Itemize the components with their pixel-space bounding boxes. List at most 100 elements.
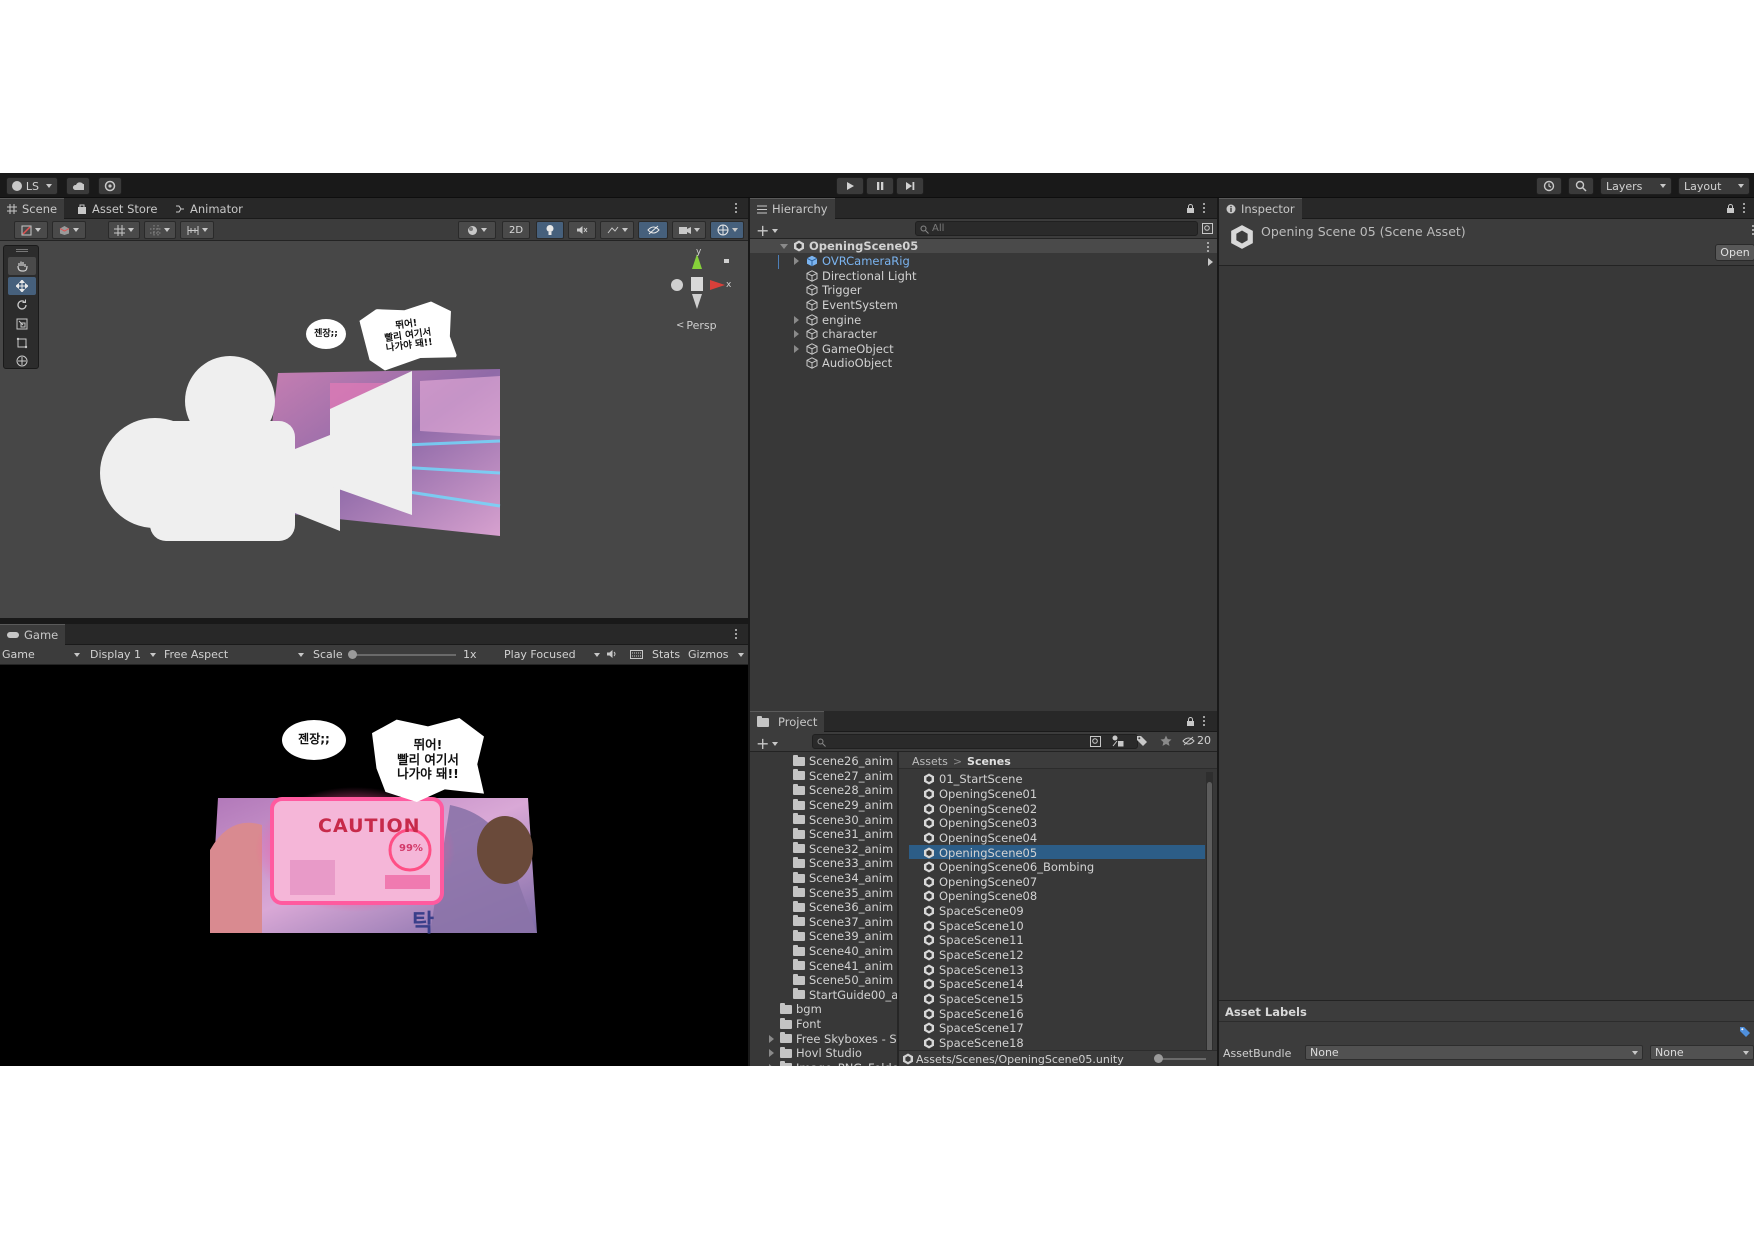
icon-size-handle[interactable] — [1154, 1054, 1163, 1063]
hierarchy-search-filter-icon[interactable] — [1202, 223, 1213, 234]
scene-file-item[interactable]: OpeningScene02 — [923, 801, 1037, 816]
display-dropdown[interactable]: Display 1 — [90, 648, 156, 661]
folder-tree-item[interactable]: Scene41_anim — [782, 958, 893, 973]
folder-tree-item[interactable]: Scene27_anim — [782, 769, 893, 784]
folder-tree-item[interactable]: bgm — [769, 1002, 822, 1017]
scene-file-item[interactable]: OpeningScene08 — [923, 889, 1037, 904]
folder-tree-item[interactable]: Scene35_anim — [782, 885, 893, 900]
search-by-type-icon[interactable] — [1090, 736, 1101, 747]
tab-asset-store[interactable]: Asset Store — [70, 198, 165, 219]
project-add-button[interactable]: + — [756, 734, 779, 753]
history-button[interactable] — [1536, 177, 1562, 195]
folder-tree-item[interactable]: Scene28_anim — [782, 783, 893, 798]
folder-tree-item[interactable]: Scene36_anim — [782, 900, 893, 915]
scene-file-item[interactable]: OpeningScene07 — [923, 875, 1037, 890]
expand-arrow-icon[interactable] — [794, 257, 799, 266]
folder-tree-item[interactable]: Scene34_anim — [782, 871, 893, 886]
collab-button[interactable] — [98, 177, 122, 195]
game-menu-icon[interactable] — [734, 629, 738, 639]
scene-file-item[interactable]: OpeningScene03 — [923, 816, 1037, 831]
render-mode-dropdown[interactable] — [52, 221, 86, 239]
draw-mode-dropdown[interactable] — [14, 221, 48, 239]
expand-arrow-icon[interactable] — [769, 1049, 774, 1058]
audio-toggle[interactable] — [568, 221, 596, 239]
assetbundle-dropdown[interactable]: None — [1305, 1045, 1643, 1060]
hierarchy-item[interactable]: EventSystem — [794, 298, 898, 313]
breadcrumb-scenes[interactable]: Scenes — [967, 755, 1011, 768]
project-menu-icon[interactable] — [1202, 716, 1206, 726]
hierarchy-item[interactable]: OVRCameraRig — [794, 254, 910, 269]
scene-file-item[interactable]: SpaceScene11 — [923, 933, 1024, 948]
play-focused-dropdown[interactable]: Play Focused — [504, 648, 600, 661]
tab-hierarchy[interactable]: Hierarchy — [750, 198, 835, 219]
play-button[interactable] — [836, 177, 864, 195]
scene-file-item[interactable]: SpaceScene14 — [923, 977, 1024, 992]
expand-arrow-icon[interactable] — [780, 243, 788, 249]
icon-size-slider[interactable] — [1156, 1058, 1206, 1060]
hierarchy-menu-icon[interactable] — [1202, 203, 1206, 213]
scene-file-item[interactable]: SpaceScene12 — [923, 948, 1024, 963]
scene-file-item[interactable]: SpaceScene15 — [923, 992, 1024, 1007]
lock-icon[interactable] — [1186, 204, 1195, 214]
folder-tree-item[interactable]: Scene32_anim — [782, 842, 893, 857]
favorite-star-icon[interactable] — [1160, 735, 1172, 747]
prefab-open-chevron-icon[interactable] — [1208, 256, 1213, 269]
filter-by-label-icon[interactable] — [1136, 735, 1148, 747]
hierarchy-add-button[interactable]: + — [756, 221, 779, 240]
scale-slider-handle[interactable] — [348, 650, 357, 659]
folder-tree-item[interactable]: Scene37_anim — [782, 915, 893, 930]
orientation-gizmo[interactable] — [665, 249, 735, 319]
effects-dropdown[interactable] — [600, 221, 634, 239]
aspect-dropdown[interactable]: Free Aspect — [164, 648, 304, 661]
hierarchy-item[interactable]: engine — [794, 312, 861, 327]
scene-file-item[interactable]: OpeningScene04 — [923, 831, 1037, 846]
scale-slider[interactable] — [350, 654, 456, 656]
cloud-button[interactable] — [66, 177, 90, 195]
inspector-lock-icon[interactable] — [1726, 204, 1735, 214]
assetbundle-variant-dropdown[interactable]: None — [1650, 1045, 1754, 1060]
folder-tree-item[interactable]: Scene33_anim — [782, 856, 893, 871]
hierarchy-item[interactable]: GameObject — [794, 342, 894, 357]
tab-animator[interactable]: Animator — [168, 198, 250, 219]
search-button[interactable] — [1568, 177, 1594, 195]
open-button[interactable]: Open — [1715, 244, 1754, 261]
pause-button[interactable] — [866, 177, 894, 195]
expand-arrow-icon[interactable] — [794, 330, 799, 339]
hidden-packages-toggle[interactable]: 20 — [1182, 734, 1211, 747]
scene-file-item[interactable]: OpeningScene05 — [923, 845, 1037, 860]
scene-file-item[interactable]: SpaceScene09 — [923, 904, 1024, 919]
inspector-menu-icon[interactable] — [1742, 203, 1746, 213]
filter-by-type-icon[interactable] — [1112, 735, 1124, 747]
game-gizmos-dropdown[interactable]: Gizmos — [688, 648, 744, 661]
scene-file-item[interactable]: 01_StartScene — [923, 772, 1023, 787]
hierarchy-search-input[interactable]: All — [915, 221, 1198, 236]
tab-scene[interactable]: Scene — [0, 198, 65, 219]
hierarchy-item[interactable]: Trigger — [794, 283, 862, 298]
scene-row-menu-icon[interactable] — [1206, 242, 1210, 252]
folder-tree-item[interactable]: Free Skyboxes - Sp — [769, 1031, 897, 1046]
lighting-toggle[interactable] — [536, 221, 564, 239]
folder-tree-item[interactable]: StartGuide00_an — [782, 988, 897, 1003]
folder-tree-item[interactable]: Scene40_anim — [782, 944, 893, 959]
camera-dropdown[interactable] — [672, 221, 706, 239]
scene-file-item[interactable]: OpeningScene01 — [923, 787, 1037, 802]
folder-tree-item[interactable]: Scene39_anim — [782, 929, 893, 944]
toggle-2d-button[interactable]: 2D — [502, 221, 530, 239]
hierarchy-item[interactable]: AudioObject — [794, 356, 892, 371]
tab-game[interactable]: Game — [0, 624, 66, 645]
layout-dropdown[interactable]: Layout — [1678, 177, 1750, 195]
folder-tree-item[interactable]: Scene29_anim — [782, 798, 893, 813]
scene-file-item[interactable]: SpaceScene17 — [923, 1021, 1024, 1036]
folder-tree-item[interactable]: Scene30_anim — [782, 812, 893, 827]
scene-file-item[interactable]: OpeningScene06_Bombing — [923, 860, 1094, 875]
expand-arrow-icon[interactable] — [769, 1034, 774, 1043]
tab-project[interactable]: Project — [750, 711, 825, 732]
scene-file-item[interactable]: SpaceScene13 — [923, 962, 1024, 977]
scene-file-item[interactable]: SpaceScene16 — [923, 1006, 1024, 1021]
hierarchy-item[interactable]: character — [794, 327, 877, 342]
folder-tree-item[interactable]: Font — [769, 1017, 821, 1032]
scene-file-item[interactable]: SpaceScene18 — [923, 1036, 1024, 1051]
expand-arrow-icon[interactable] — [794, 344, 799, 353]
file-list-scroll-thumb[interactable] — [1207, 782, 1212, 1052]
tab-inspector[interactable]: Inspector — [1219, 198, 1302, 219]
